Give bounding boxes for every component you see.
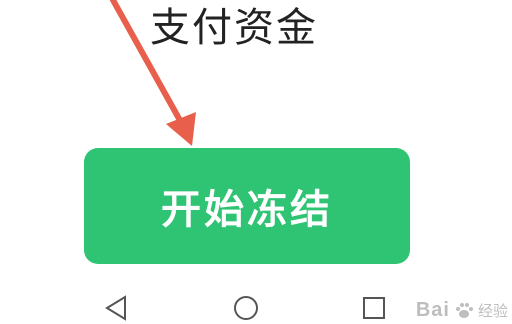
watermark-suffix: 经验 [477, 302, 508, 320]
home-button[interactable] [232, 294, 260, 322]
back-button[interactable] [102, 294, 130, 322]
baidu-jingyan-watermark: Bai 经验 [416, 299, 508, 322]
square-recents-icon [363, 297, 385, 319]
watermark-brand: Bai [415, 299, 450, 321]
circle-home-icon [234, 296, 258, 320]
triangle-back-icon [105, 295, 126, 321]
recents-button[interactable] [360, 294, 388, 322]
paw-logo-icon [455, 302, 473, 318]
start-freeze-button[interactable]: 开始冻结 [84, 148, 410, 264]
